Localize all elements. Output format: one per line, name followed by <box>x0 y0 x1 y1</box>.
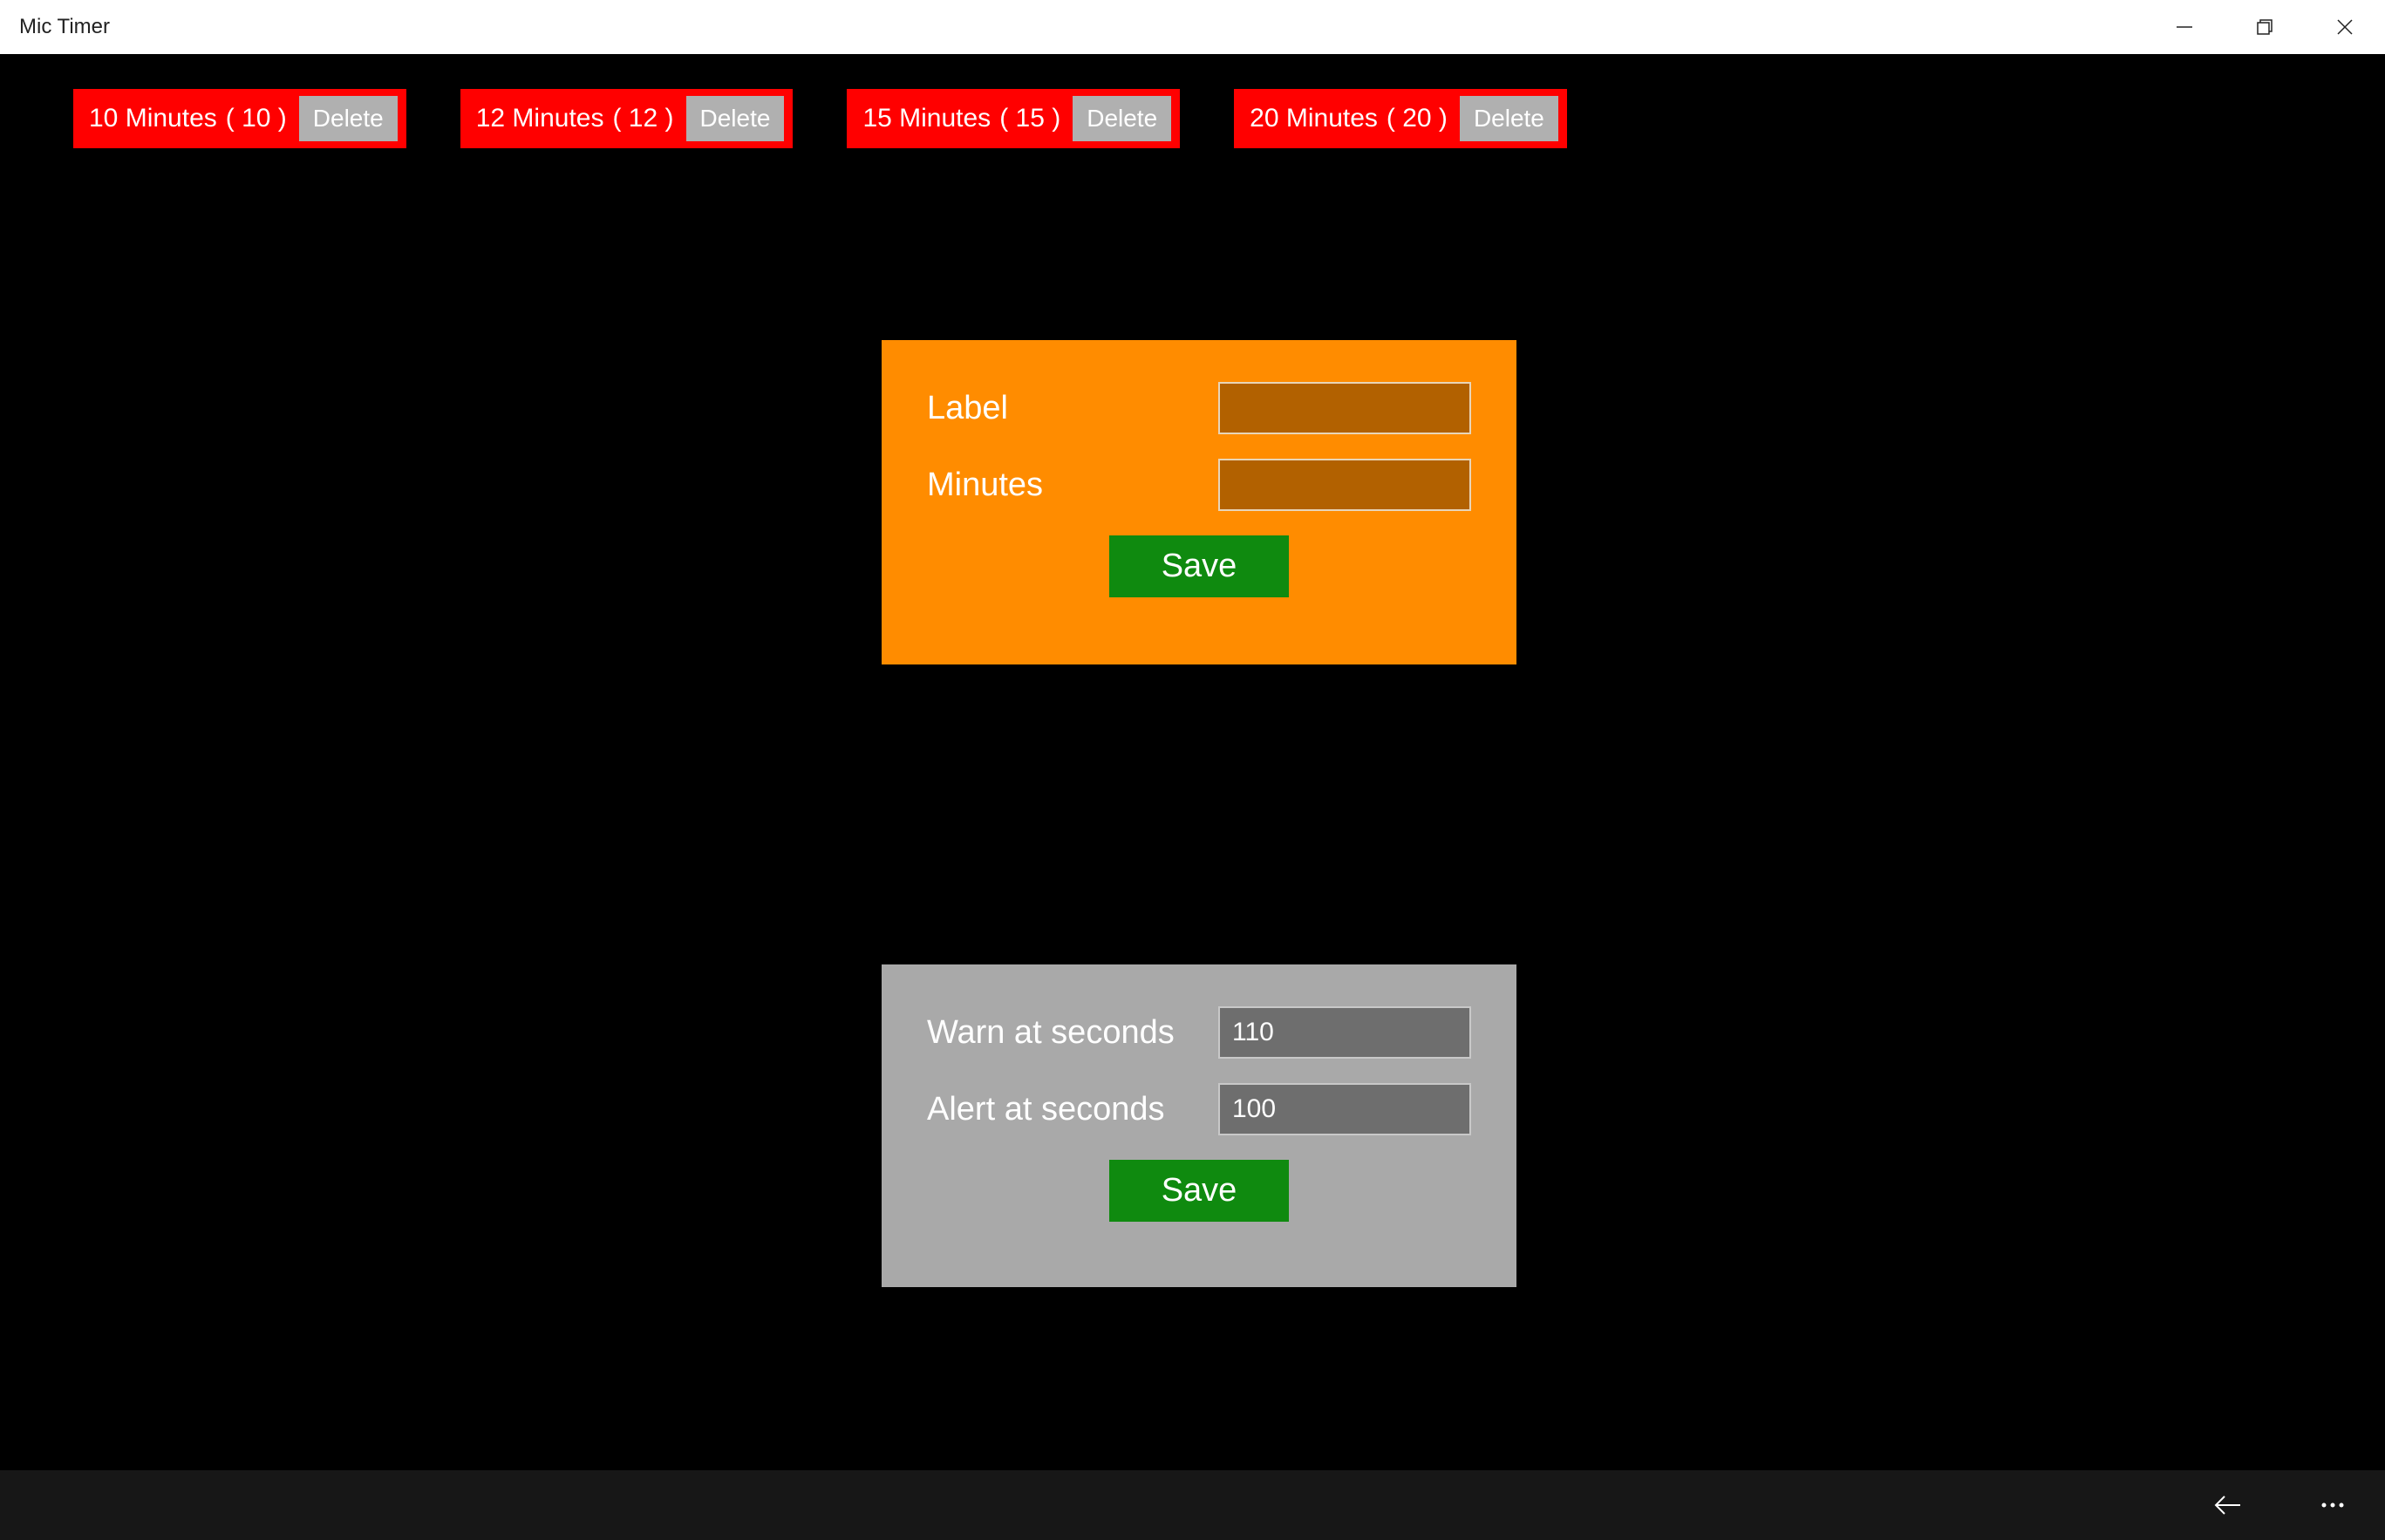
warn-input[interactable] <box>1218 1006 1471 1059</box>
arrow-left-icon <box>2211 1488 2245 1523</box>
presets-row: 10 Minutes ( 10 ) Delete 12 Minutes ( 12… <box>0 54 2385 148</box>
minutes-row: Minutes <box>927 459 1471 511</box>
minimize-button[interactable] <box>2144 0 2225 54</box>
save-button[interactable]: Save <box>1109 1160 1290 1222</box>
label-field-label: Label <box>927 390 1008 427</box>
preset-count: ( 10 ) <box>226 104 287 133</box>
create-preset-panel: Label Minutes Save <box>882 340 1516 664</box>
delete-button[interactable]: Delete <box>299 96 398 141</box>
alert-input[interactable] <box>1218 1083 1471 1135</box>
save-row: Save <box>927 535 1471 597</box>
close-icon <box>2335 17 2354 37</box>
back-button[interactable] <box>2193 1470 2263 1540</box>
warn-row: Warn at seconds <box>927 1006 1471 1059</box>
preset-count: ( 15 ) <box>999 104 1060 133</box>
preset-count: ( 12 ) <box>612 104 673 133</box>
minutes-field-label: Minutes <box>927 467 1043 504</box>
alert-row: Alert at seconds <box>927 1083 1471 1135</box>
preset-label: 12 Minutes <box>476 104 604 133</box>
minimize-icon <box>2175 17 2194 37</box>
delete-button[interactable]: Delete <box>1073 96 1171 141</box>
maximize-button[interactable] <box>2225 0 2305 54</box>
preset-label: 10 Minutes <box>89 104 217 133</box>
bottom-bar <box>0 1470 2385 1540</box>
preset-chip[interactable]: 10 Minutes ( 10 ) Delete <box>73 89 406 148</box>
preset-label: 15 Minutes <box>862 104 991 133</box>
maximize-icon <box>2255 17 2274 37</box>
window-title: Mic Timer <box>19 15 110 39</box>
preset-chip[interactable]: 20 Minutes ( 20 ) Delete <box>1234 89 1567 148</box>
label-row: Label <box>927 382 1471 434</box>
content-area: 10 Minutes ( 10 ) Delete 12 Minutes ( 12… <box>0 54 2385 1470</box>
title-bar: Mic Timer <box>0 0 2385 54</box>
preset-count: ( 20 ) <box>1387 104 1448 133</box>
more-button[interactable] <box>2298 1470 2368 1540</box>
label-input[interactable] <box>1218 382 1471 434</box>
minutes-input[interactable] <box>1218 459 1471 511</box>
save-button[interactable]: Save <box>1109 535 1290 597</box>
warn-field-label: Warn at seconds <box>927 1014 1175 1052</box>
delete-button[interactable]: Delete <box>1460 96 1558 141</box>
more-icon <box>2315 1488 2350 1523</box>
preset-chip[interactable]: 12 Minutes ( 12 ) Delete <box>460 89 794 148</box>
thresholds-panel: Warn at seconds Alert at seconds Save <box>882 964 1516 1287</box>
window-controls <box>2144 0 2385 54</box>
delete-button[interactable]: Delete <box>686 96 785 141</box>
preset-chip[interactable]: 15 Minutes ( 15 ) Delete <box>847 89 1180 148</box>
save-row: Save <box>927 1160 1471 1222</box>
alert-field-label: Alert at seconds <box>927 1091 1164 1128</box>
preset-label: 20 Minutes <box>1250 104 1378 133</box>
close-button[interactable] <box>2305 0 2385 54</box>
